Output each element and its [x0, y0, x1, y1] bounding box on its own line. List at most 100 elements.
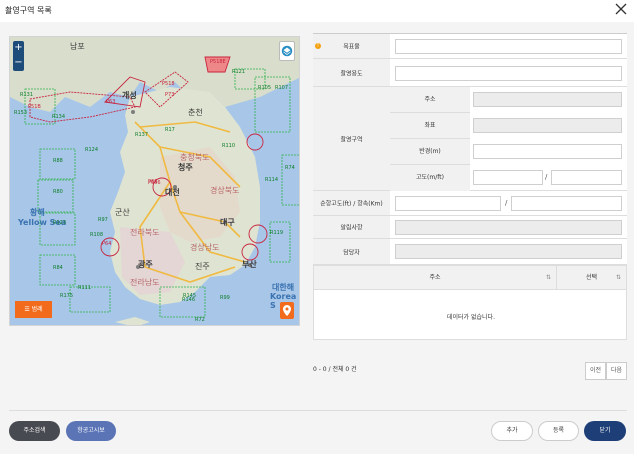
column-header-address[interactable]: 주소: [314, 266, 557, 290]
zone-label: R72: [195, 317, 205, 323]
zone-form: 목표물! 촬영용도 촬영구역 주소 좌표 반경(m) 고도(m/ft) / 순항…: [313, 33, 627, 265]
zone-label: R119: [270, 230, 284, 236]
place-label: 경상남도: [190, 243, 220, 252]
zone-label: R153: [14, 110, 28, 116]
map-view[interactable]: 남포 개성 춘천 청주 대전 경상북도 대구 광주 진주 부산 전라남도 경상남…: [9, 36, 300, 326]
label-cell: 순항고도(ft) / 항속(Km): [313, 191, 390, 215]
zone-label: R108: [90, 232, 104, 238]
cruise-separator: /: [505, 199, 508, 207]
place-label: 청주: [178, 163, 193, 172]
zone-label: R17: [165, 127, 175, 133]
register-button[interactable]: 등록: [538, 421, 579, 441]
address-sublabel: 주소: [390, 87, 470, 113]
location-button[interactable]: [280, 302, 294, 319]
altitude-m-input[interactable]: [473, 170, 543, 185]
address-search-button[interactable]: 주소검색: [9, 421, 60, 441]
form-row-target: 목표물!: [313, 34, 627, 59]
place-label: 남포: [70, 42, 85, 51]
purpose-input[interactable]: [395, 66, 622, 81]
zone-label: R145: [183, 293, 197, 299]
place-label: 개성: [122, 91, 137, 100]
layers-icon: [281, 45, 293, 57]
next-page-button[interactable]: 다음: [606, 362, 627, 380]
target-input[interactable]: [395, 39, 622, 54]
label-cell: 알림사항: [313, 216, 390, 238]
area-label: 촬영구역: [340, 136, 363, 143]
form-row-manager: 담당자: [313, 239, 627, 265]
zone-label: R175: [60, 293, 74, 299]
sort-icon[interactable]: ⇅: [546, 274, 551, 281]
manager-field: [395, 244, 622, 259]
close-icon[interactable]: [614, 2, 628, 16]
zone-label: R99: [220, 295, 230, 301]
place-label: 전라남도: [130, 278, 160, 287]
required-icon: !: [315, 43, 321, 49]
close-button[interactable]: 닫기: [584, 421, 626, 441]
altitude-sublabel: 고도(m/ft): [390, 165, 470, 191]
altitude-ft-input[interactable]: [551, 170, 622, 185]
zoom-control: + −: [13, 41, 24, 71]
manager-label: 담당자: [343, 249, 360, 256]
label-cell: 담당자: [313, 239, 390, 264]
zone-label: R105: [258, 85, 272, 91]
cruise-altitude-input[interactable]: [395, 196, 501, 211]
result-count: 0 - 0 / 전체 0 건: [313, 366, 357, 373]
place-label: 경상북도: [210, 186, 240, 195]
form-row-area: 촬영구역 주소 좌표 반경(m) 고도(m/ft) /: [313, 87, 627, 191]
sea-label: 황해: [30, 208, 45, 217]
zone-label: R110: [222, 143, 236, 149]
form-row-notice: 알림사항: [313, 216, 627, 239]
zone-label: P64: [102, 241, 112, 247]
place-label: 진주: [195, 262, 210, 271]
zone-label: P518E: [210, 59, 226, 65]
zone-label: R84: [53, 265, 63, 271]
label-cell: 목표물!: [313, 34, 390, 58]
zone-label: R107: [275, 85, 289, 91]
place-label: 전라북도: [130, 228, 160, 237]
altitude-separator: /: [545, 173, 548, 181]
place-label: 대구: [220, 218, 235, 227]
empty-message: 데이터가 없습니다.: [447, 314, 495, 321]
location-pin-icon: [283, 305, 291, 316]
place-label: 부산: [242, 260, 257, 269]
cruise-speed-input[interactable]: [511, 196, 622, 211]
zone-label: R121: [232, 69, 246, 75]
add-button[interactable]: 추가: [491, 421, 533, 441]
address-table: 주소 ⇅ 선택 ⇅ 데이터가 없습니다.: [313, 265, 627, 340]
zone-label: P63: [106, 99, 116, 105]
place-label: 군산: [115, 208, 130, 217]
zone-label: R134: [52, 114, 66, 120]
form-row-purpose: 촬영용도: [313, 59, 627, 87]
notice-field: [395, 220, 622, 235]
place-label: 대전: [165, 188, 180, 197]
radius-input[interactable]: [473, 144, 622, 159]
zone-label: P518: [162, 81, 175, 87]
address-field: [473, 92, 622, 107]
aviation-notice-button[interactable]: 항공고시보: [66, 421, 116, 441]
dialog-title: 촬영구역 목록: [5, 6, 52, 15]
zone-label: R97: [98, 217, 108, 223]
legend-button[interactable]: ☰ 범례: [15, 301, 52, 318]
place-label: 충청북도: [180, 153, 210, 162]
zone-label: R88: [53, 158, 63, 164]
zoom-out-button[interactable]: −: [13, 56, 24, 71]
label-cell: 촬영구역: [313, 87, 390, 190]
zone-label: P656: [148, 180, 161, 186]
form-row-cruise: 순항고도(ft) / 항속(Km) /: [313, 191, 627, 216]
place-label: 춘천: [188, 108, 203, 117]
prev-page-button[interactable]: 이전: [585, 362, 606, 380]
zone-label: R131: [20, 92, 34, 98]
sort-icon[interactable]: ⇅: [616, 274, 621, 281]
radius-sublabel: 반경(m): [390, 139, 470, 165]
zoom-in-button[interactable]: +: [13, 41, 24, 56]
footer-divider: [9, 410, 627, 411]
purpose-label: 촬영용도: [340, 70, 363, 77]
layers-button[interactable]: [279, 41, 295, 61]
zone-label: P73: [165, 92, 175, 98]
island-jeju: [115, 317, 150, 325]
zone-label: R137: [135, 132, 149, 138]
zone-label: R123: [53, 220, 67, 226]
zone-label: R80: [53, 189, 63, 195]
zone-label: R124: [85, 147, 99, 153]
zone-label: R114: [265, 177, 279, 183]
